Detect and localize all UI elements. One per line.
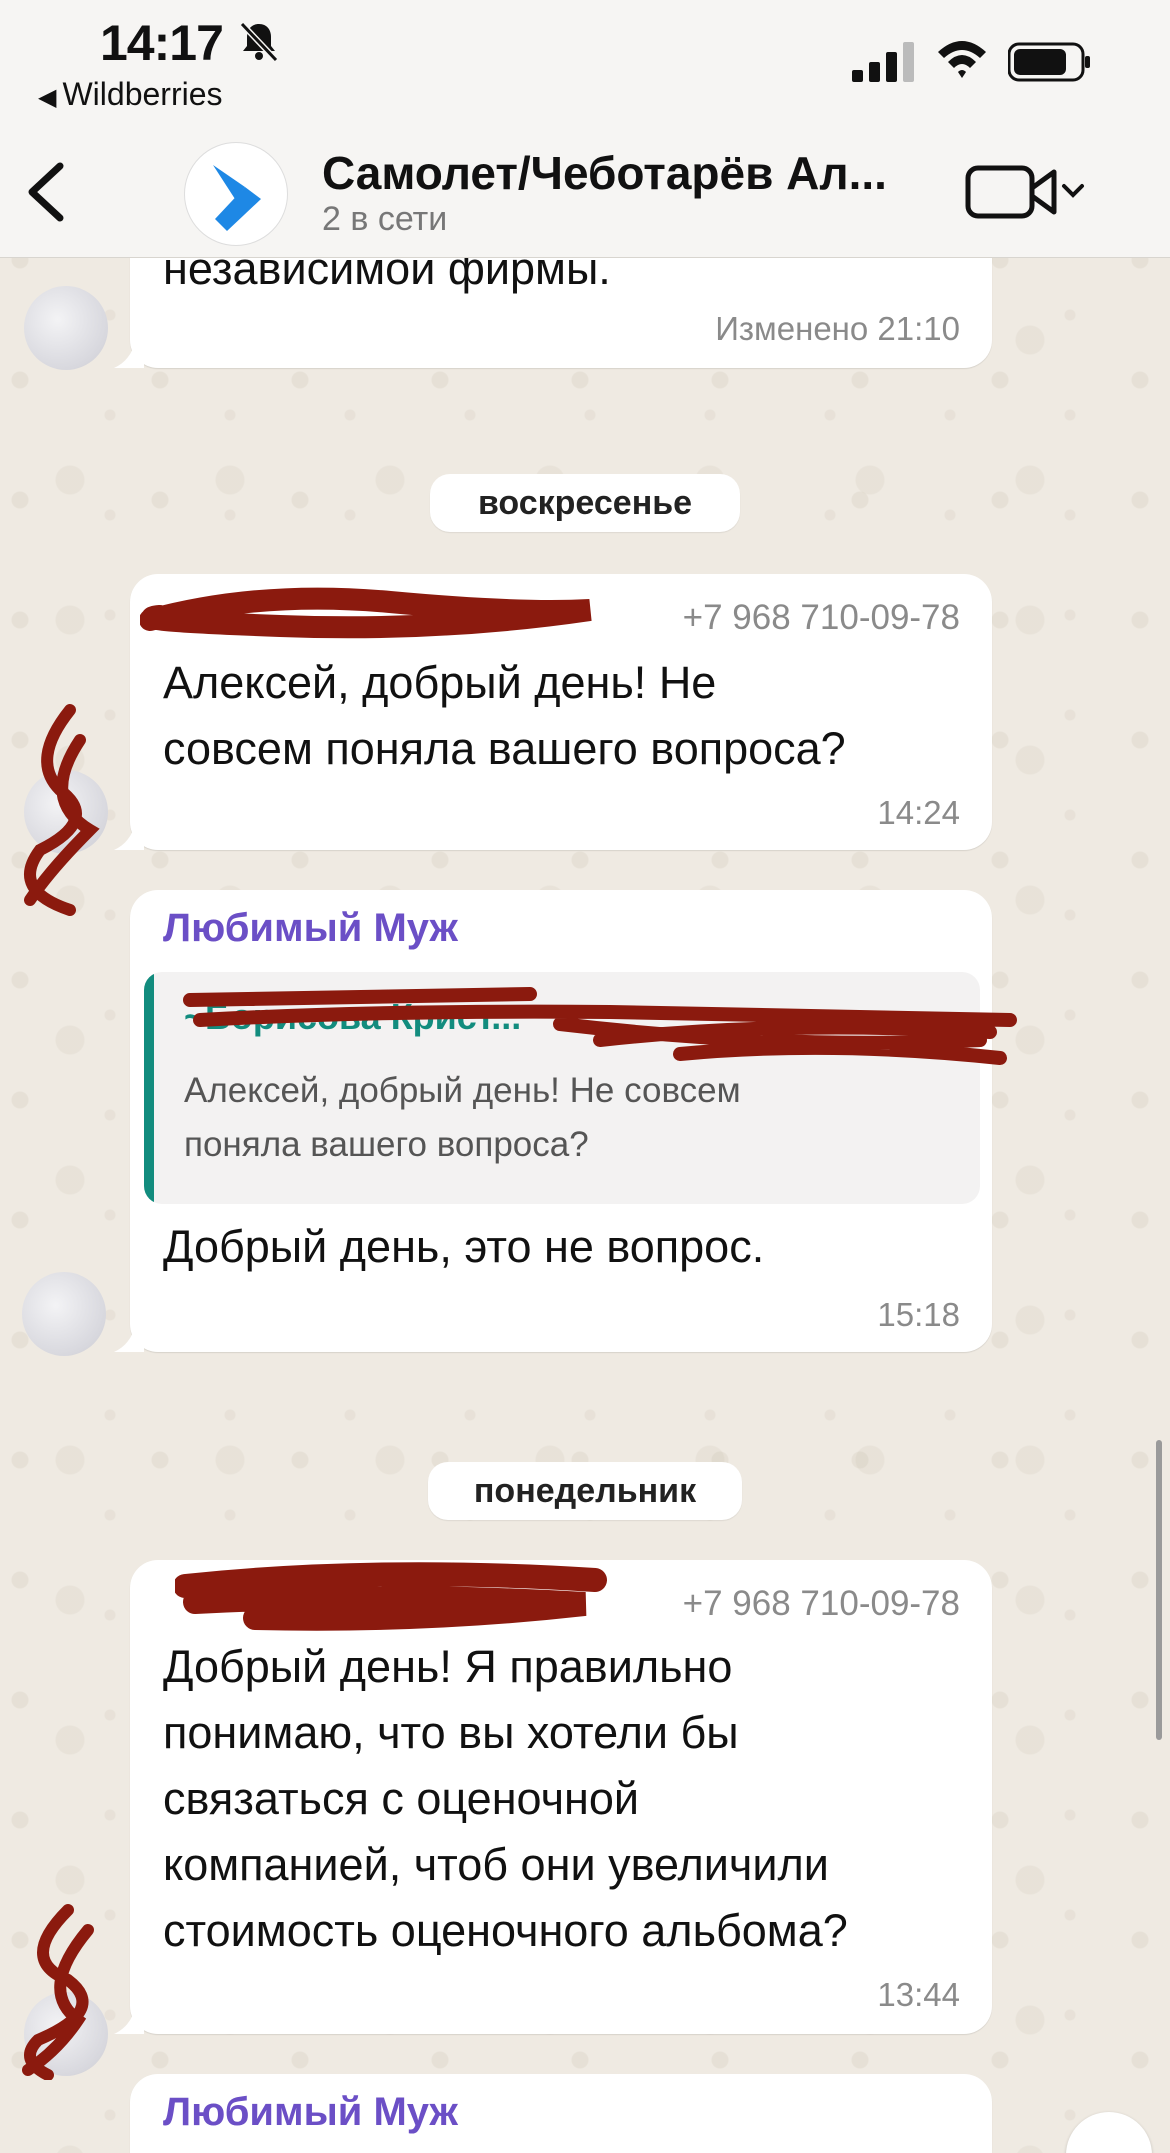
sender-avatar[interactable] bbox=[22, 1272, 106, 1356]
status-time: 14:17 bbox=[100, 15, 224, 71]
message-text-line: понимаю, что вы хотели бы bbox=[163, 1707, 739, 1758]
back-chevron-icon[interactable] bbox=[22, 160, 70, 224]
message-text-line: компанией, чтоб они увеличили bbox=[163, 1839, 829, 1890]
date-separator: понедельник bbox=[428, 1462, 742, 1520]
sender-phone[interactable]: +7 968 710-09-78 bbox=[683, 598, 960, 638]
scrollbar[interactable] bbox=[1156, 1440, 1162, 1740]
message-time: 15:18 bbox=[877, 1296, 960, 1333]
bubble-tail bbox=[114, 820, 144, 850]
quote-text: Алексей, добрый день! Не совсем поняла в… bbox=[184, 1064, 944, 1172]
message-bubble[interactable]: Любимый Муж ~Борисова Крист... Алексей, … bbox=[114, 890, 992, 1352]
bubble-tail bbox=[114, 338, 144, 368]
quoted-message[interactable]: ~Борисова Крист... Алексей, добрый день!… bbox=[144, 972, 980, 1204]
battery-icon bbox=[1008, 42, 1090, 82]
message-text: Добрый день, это не вопрос. bbox=[163, 1221, 765, 1272]
sender-name[interactable]: Любимый Муж bbox=[163, 2090, 458, 2135]
message-text-line: стоимость оценочного альбома? bbox=[163, 1905, 848, 1956]
chat-title[interactable]: Самолет/Чеботарёв Ал... bbox=[322, 146, 887, 200]
quote-sender-name: ~Борисова Крист... bbox=[184, 996, 522, 1037]
chat-members-online: 2 в сети bbox=[322, 200, 448, 238]
back-to-app-link[interactable]: ◀ Wildberries bbox=[38, 76, 223, 113]
date-separator: воскресенье bbox=[430, 474, 740, 532]
bubble-tail bbox=[114, 1322, 144, 1352]
quote-text-line: Алексей, добрый день! Не совсем bbox=[184, 1071, 741, 1110]
sender-avatar[interactable] bbox=[24, 770, 108, 854]
message-time: 13:44 bbox=[877, 1976, 960, 2013]
quote-text-line: поняла вашего вопроса? bbox=[184, 1125, 589, 1164]
back-app-label: Wildberries bbox=[62, 76, 223, 112]
message-text-line: Алексей, добрый день! Не bbox=[163, 657, 717, 708]
airline-logo-icon bbox=[213, 165, 261, 231]
sender-avatar[interactable] bbox=[24, 1992, 108, 2076]
message-text-line: связаться с оценочной bbox=[163, 1773, 640, 1824]
group-avatar[interactable] bbox=[184, 142, 288, 246]
message-time: 14:24 bbox=[877, 794, 960, 831]
bubble-tail bbox=[114, 2004, 144, 2034]
sender-phone[interactable]: +7 968 710-09-78 bbox=[683, 1584, 960, 1624]
quote-accent-bar bbox=[144, 972, 154, 1204]
message-bubble[interactable]: Любимый Муж bbox=[130, 2074, 992, 2153]
signal-icon bbox=[852, 42, 914, 82]
video-call-icon[interactable] bbox=[964, 160, 1088, 224]
sender-avatar[interactable] bbox=[24, 286, 108, 370]
message-text-line: совсем поняла вашего вопроса? bbox=[163, 723, 846, 774]
wifi-icon bbox=[938, 41, 986, 78]
chat-header: 14:17 ◀ Wildberries Самолет/Чеботарёв Ал.… bbox=[0, 0, 1170, 258]
back-triangle-icon: ◀ bbox=[38, 84, 57, 111]
sender-name[interactable]: Любимый Муж bbox=[163, 906, 458, 951]
message-text-line: Добрый день! Я правильно bbox=[163, 1641, 733, 1692]
message-time: Изменено 21:10 bbox=[715, 310, 960, 347]
bell-slash-icon bbox=[239, 21, 279, 63]
message-bubble[interactable]: +7 968 710-09-78 Алексей, добрый день! Н… bbox=[114, 574, 992, 850]
message-bubble[interactable]: +7 968 710-09-78 Добрый день! Я правильн… bbox=[114, 1560, 992, 2034]
